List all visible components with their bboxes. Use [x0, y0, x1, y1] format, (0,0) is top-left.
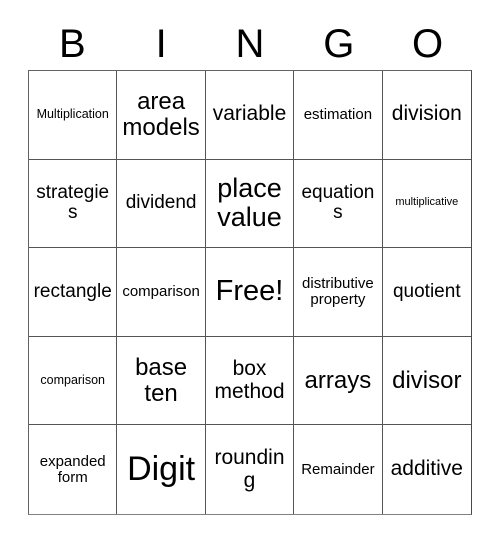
bingo-cell-label: additive	[390, 457, 463, 481]
bingo-cell-label: quotient	[392, 280, 461, 302]
bingo-cell-label: comparison	[122, 282, 200, 300]
bingo-cell-label: variable	[212, 102, 287, 126]
bingo-cell-label: divisor	[392, 366, 462, 394]
bingo-cell[interactable]: equations	[294, 159, 383, 249]
bingo-header-letter-n: N	[235, 22, 265, 66]
bingo-cell[interactable]: rounding	[205, 425, 295, 514]
bingo-cell-label: dividend	[125, 192, 197, 214]
bingo-cell-label: distributive property	[302, 274, 374, 308]
bingo-cell[interactable]: box method	[205, 336, 295, 426]
bingo-cell[interactable]: quotient	[382, 248, 471, 337]
bingo-header-letter-b: B	[59, 22, 86, 66]
bingo-header-row: B I N G O	[28, 18, 472, 70]
bingo-cell[interactable]: dividend	[117, 159, 206, 249]
bingo-cell-label: base ten	[135, 353, 188, 407]
bingo-cell-label: area models	[122, 87, 200, 141]
bingo-cell-label: Multiplication	[36, 107, 109, 122]
bingo-cell-label: place value	[217, 173, 282, 233]
bingo-cell-label: equations	[301, 181, 375, 224]
bingo-header-letter-g: G	[323, 22, 355, 66]
bingo-header-letter-i: I	[155, 22, 167, 66]
bingo-cell[interactable]: variable	[205, 71, 295, 160]
bingo-cell[interactable]: area models	[117, 71, 206, 160]
bingo-card: B I N G O Multiplication area models var…	[0, 0, 500, 544]
bingo-cell[interactable]: base ten	[117, 336, 206, 426]
bingo-cell-label: expanded form	[39, 452, 106, 486]
bingo-cell-label: Digit	[127, 450, 196, 489]
bingo-cell[interactable]: arrays	[294, 336, 383, 426]
bingo-cell-label: rounding	[214, 446, 285, 492]
bingo-cell[interactable]: additive	[382, 425, 471, 514]
bingo-cell-label: comparison	[40, 372, 105, 387]
bingo-cell-label: multiplicative	[395, 196, 459, 209]
bingo-cell[interactable]: estimation	[294, 71, 383, 160]
bingo-cell[interactable]: multiplicative	[382, 159, 471, 249]
bingo-cell[interactable]: Remainder	[294, 425, 383, 514]
bingo-cell-label: rectangle	[33, 280, 112, 302]
bingo-cell[interactable]: Digit	[117, 425, 206, 514]
bingo-cell[interactable]: comparison	[117, 248, 206, 337]
bingo-cell-label: Free!	[215, 275, 284, 308]
bingo-header-letter-o: O	[412, 22, 444, 66]
bingo-cell[interactable]: rectangle	[29, 248, 118, 337]
bingo-cell-label: estimation	[303, 105, 373, 123]
bingo-cell[interactable]: distributive property	[294, 248, 383, 337]
bingo-cell-label: division	[391, 102, 462, 126]
bingo-cell[interactable]: divisor	[382, 336, 471, 426]
bingo-cell[interactable]: expanded form	[29, 425, 118, 514]
bingo-cell-free-space[interactable]: Free!	[205, 248, 295, 337]
bingo-cell[interactable]: division	[382, 71, 471, 160]
bingo-cell[interactable]: place value	[205, 159, 295, 249]
bingo-cell[interactable]: comparison	[29, 336, 118, 426]
bingo-cell-label: strategies	[36, 181, 110, 224]
bingo-grid: Multiplication area models variable esti…	[28, 70, 472, 515]
bingo-cell-label: arrays	[304, 366, 372, 394]
bingo-cell[interactable]: Multiplication	[29, 71, 118, 160]
bingo-cell[interactable]: strategies	[29, 159, 118, 249]
bingo-cell-label: box method	[214, 356, 285, 403]
bingo-cell-label: Remainder	[301, 460, 375, 478]
